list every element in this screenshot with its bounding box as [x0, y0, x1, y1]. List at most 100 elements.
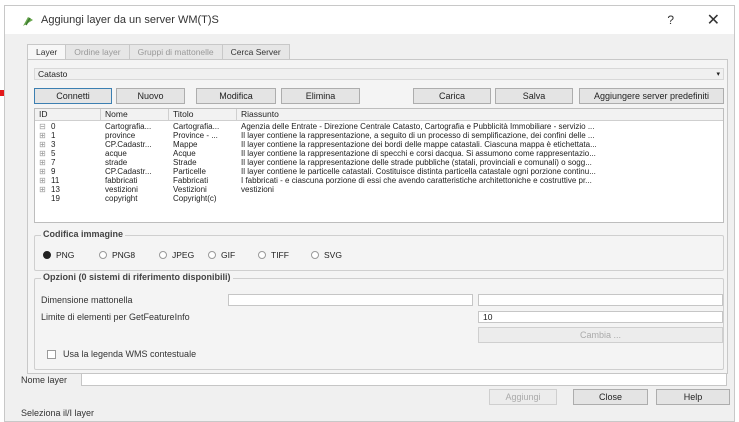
edit-button[interactable]: Modifica [196, 88, 276, 104]
status-text: Seleziona il/I layer [21, 408, 95, 418]
column-header-name[interactable]: Nome [101, 109, 169, 121]
table-row[interactable]: ⊞ 13 vestizioni Vestizioni vestizioni [35, 185, 723, 194]
tab-bar: Layer Ordine layer Gruppi di mattonelle … [27, 44, 290, 60]
cell-title: Cartografia... [173, 122, 220, 131]
cell-summary: Agenzia delle Entrate - Direzione Centra… [241, 122, 595, 131]
cell-id: 11 [51, 176, 60, 185]
layers-table[interactable]: ID Nome Titolo Riassunto ⊟ 0 Cartografia..… [34, 108, 724, 223]
radio-label: GIF [221, 250, 236, 260]
tab-layer[interactable]: Layer [27, 44, 67, 60]
connection-select-value: Catasto [38, 69, 68, 79]
cell-id: 1 [51, 131, 56, 140]
radio-label: PNG8 [112, 250, 136, 260]
title-bar: Aggiungi layer da un server WM(T)S ? ✕ [5, 6, 734, 34]
tile-size-height-input[interactable] [478, 294, 723, 306]
help-button[interactable]: Help [656, 389, 730, 405]
table-row[interactable]: ⊞ 7 strade Strade Il layer contiene la rappr… [35, 158, 723, 167]
add-button[interactable]: Aggiungi [489, 389, 557, 405]
cell-title: Mappe [173, 140, 198, 149]
cell-title: Fabbricati [173, 176, 209, 185]
cell-title: Copyright(c) [173, 194, 217, 203]
radio-format-svg[interactable]: SVG [311, 250, 342, 260]
cell-id: 9 [51, 167, 56, 176]
radio-format-gif[interactable]: GIF [208, 250, 235, 260]
radio-format-tiff[interactable]: TIFF [258, 250, 289, 260]
cell-id: 5 [51, 149, 56, 158]
radio-format-png[interactable]: PNG [43, 250, 74, 260]
radio-label: PNG [56, 250, 75, 260]
load-button[interactable]: Carica [413, 88, 491, 104]
tree-expander-icon[interactable]: ⊞ [39, 149, 49, 158]
cell-title: Particelle [173, 167, 206, 176]
tree-expander-icon[interactable]: ⊞ [39, 140, 49, 149]
table-row[interactable]: ⊞ 9 CP.Cadastr... Particelle Il layer contie… [35, 167, 723, 176]
cell-name: vestizioni [105, 185, 138, 194]
close-window-button[interactable]: ✕ [707, 10, 720, 30]
connect-button[interactable]: Connetti [34, 88, 112, 104]
feature-limit-input[interactable]: 10 [478, 311, 723, 323]
cell-summary: vestizioni [241, 185, 274, 194]
options-group: Opzioni (0 sistemi di riferimento dispon… [34, 272, 724, 370]
save-button[interactable]: Salva [495, 88, 573, 104]
delete-button[interactable]: Elimina [281, 88, 360, 104]
tree-expander-icon[interactable]: ⊞ [39, 185, 49, 194]
connection-select[interactable]: Catasto ▾ [34, 68, 724, 80]
radio-format-png8[interactable]: PNG8 [99, 250, 135, 260]
radio-dot-icon [43, 251, 51, 259]
tab-tile-sets[interactable]: Gruppi di mattonelle [128, 44, 223, 60]
cell-id: 13 [51, 185, 60, 194]
tree-expander-icon[interactable]: ⊞ [39, 167, 49, 176]
cell-summary: Il layer contiene la rappresentazione, a… [241, 131, 595, 140]
table-row[interactable]: 19 copyright Copyright(c) [35, 194, 723, 203]
cell-name: province [105, 131, 136, 140]
tab-layer-order[interactable]: Ordine layer [65, 44, 130, 60]
tree-expander-icon[interactable]: ⊞ [39, 131, 49, 140]
table-row[interactable]: ⊟ 0 Cartografia... Cartografia... Agenzia de… [35, 122, 723, 131]
column-header-summary[interactable]: Riassunto [237, 109, 725, 121]
image-format-radios: PNG PNG8 JPEG GIF TIFF SVG [43, 250, 713, 260]
image-encoding-title: Codifica immagine [41, 229, 126, 239]
tree-expander-icon[interactable]: ⊞ [39, 176, 49, 185]
table-row[interactable]: ⊞ 1 province Province - ... Il layer contien… [35, 131, 723, 140]
cell-summary: Il layer contiene la rappresentazione di… [241, 149, 596, 158]
radio-label: SVG [324, 250, 342, 260]
cell-name: fabbricati [105, 176, 138, 185]
column-header-id[interactable]: ID [35, 109, 101, 121]
wms-legend-checkbox[interactable] [47, 350, 56, 359]
table-row[interactable]: ⊞ 11 fabbricati Fabbricati I fabbricati - e … [35, 176, 723, 185]
cell-name: acque [105, 149, 127, 158]
cell-name: CP.Cadastr... [105, 140, 152, 149]
cell-summary: I fabbricati - e ciascuna porzione di es… [241, 176, 592, 185]
radio-dot-icon [99, 251, 107, 259]
cell-summary: Il layer contiene la rappresentazione de… [241, 158, 592, 167]
dropdown-arrow-icon: ▾ [716, 71, 720, 78]
radio-dot-icon [208, 251, 216, 259]
tree-expander-icon[interactable]: ⊟ [39, 122, 49, 131]
close-button[interactable]: Close [573, 389, 648, 405]
cell-id: 3 [51, 140, 56, 149]
column-header-title[interactable]: Titolo [169, 109, 237, 121]
table-row[interactable]: ⊞ 5 acque Acque Il layer contiene la rappres… [35, 149, 723, 158]
help-title-button[interactable]: ? [667, 13, 674, 27]
cell-id: 19 [51, 194, 60, 203]
tile-size-width-input[interactable] [228, 294, 473, 306]
cell-id: 0 [51, 122, 56, 131]
radio-label: JPEG [172, 250, 195, 260]
wms-legend-label: Usa la legenda WMS contestuale [63, 349, 197, 359]
qgis-logo-icon [23, 17, 33, 26]
cell-name: copyright [105, 194, 138, 203]
cell-id: 7 [51, 158, 56, 167]
add-default-servers-button[interactable]: Aggiungere server predefiniti [579, 88, 724, 104]
new-button[interactable]: Nuovo [116, 88, 185, 104]
tree-expander-icon[interactable]: ⊞ [39, 158, 49, 167]
radio-label: TIFF [271, 250, 289, 260]
feature-limit-label: Limite di elementi per GetFeatureInfo [41, 312, 190, 322]
tab-server-search[interactable]: Cerca Server [221, 44, 290, 60]
cell-title: Vestizioni [173, 185, 207, 194]
change-crs-button[interactable]: Cambia ... [478, 327, 723, 343]
radio-format-jpeg[interactable]: JPEG [159, 250, 194, 260]
layer-name-input[interactable] [81, 373, 727, 386]
table-header: ID Nome Titolo Riassunto [35, 109, 723, 121]
table-row[interactable]: ⊞ 3 CP.Cadastr... Mappe Il layer contiene la… [35, 140, 723, 149]
wms-dialog: Aggiungi layer da un server WM(T)S ? ✕ L… [4, 5, 735, 422]
